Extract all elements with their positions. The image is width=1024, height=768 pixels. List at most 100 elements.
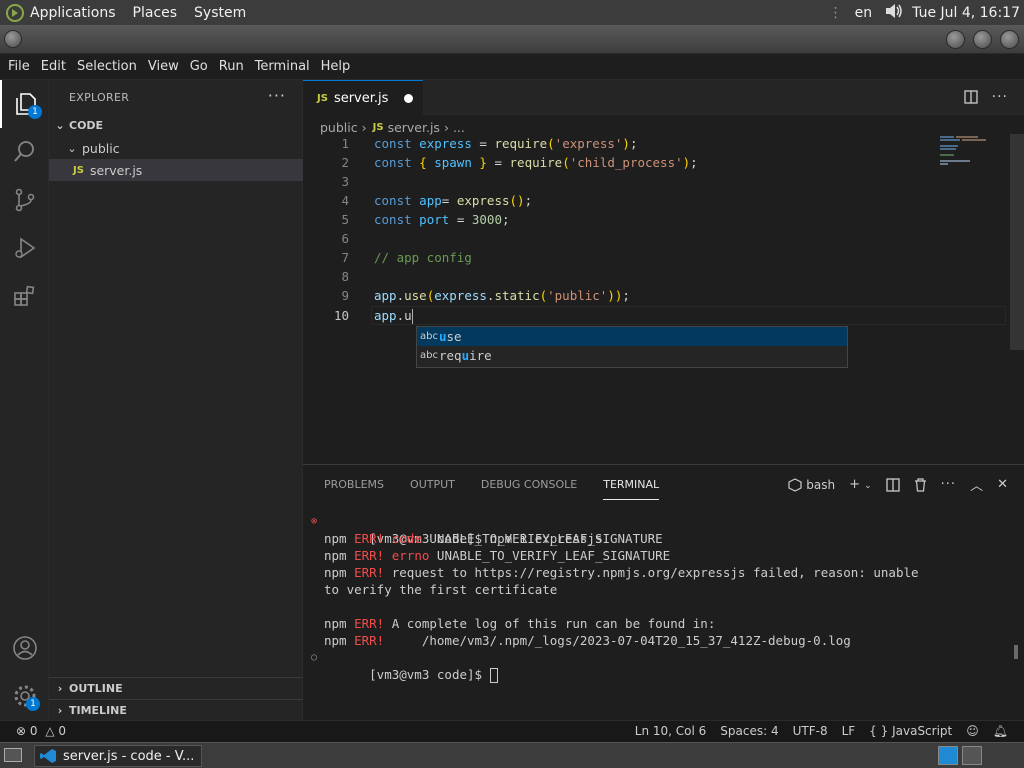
app-menubar: File Edit Selection View Go Run Terminal… — [0, 54, 1024, 80]
close-window-button[interactable] — [1000, 30, 1019, 49]
folder-public[interactable]: ⌄ public — [49, 137, 303, 159]
applications-menu[interactable]: Applications — [30, 5, 116, 21]
line-number: 3 — [341, 174, 349, 189]
system-top-bar: Applications Places System ⋮ en Tue Jul … — [0, 0, 1024, 25]
folder-public-label: public — [82, 140, 120, 156]
terminal-shell-selector[interactable]: bash — [788, 478, 835, 492]
tab-problems[interactable]: PROBLEMS — [324, 478, 384, 491]
breadcrumb-chevron-icon: › — [361, 119, 367, 135]
menu-selection[interactable]: Selection — [77, 59, 137, 74]
problems-indicator[interactable]: ⊗ 0 △ 0 — [16, 724, 66, 738]
taskbar-window-vscode[interactable]: server.js - code - V... — [34, 745, 202, 767]
folder-root-code[interactable]: ⌄ CODE — [49, 114, 303, 136]
maximize-button[interactable] — [973, 30, 992, 49]
warning-icon: △ — [45, 724, 55, 738]
panel-actions: bash + ⌄ ··· ︿ ✕ — [788, 475, 1008, 494]
terminal-cursor — [489, 668, 498, 683]
places-menu[interactable]: Places — [133, 5, 178, 21]
menu-go[interactable]: Go — [190, 59, 208, 74]
run-debug-activity[interactable] — [0, 224, 49, 272]
minimize-button[interactable] — [946, 30, 965, 49]
breadcrumb-file[interactable]: server.js — [388, 120, 440, 135]
menu-terminal[interactable]: Terminal — [255, 59, 310, 74]
warning-count: 0 — [58, 724, 67, 738]
menu-view[interactable]: View — [148, 59, 179, 74]
breadcrumb-more[interactable]: ... — [453, 120, 465, 135]
line-ending[interactable]: LF — [842, 724, 856, 738]
workspace-switcher[interactable] — [938, 746, 958, 765]
error-circle-icon: ⊗ — [311, 516, 318, 527]
terminal-icon — [788, 477, 802, 492]
menu-edit[interactable]: Edit — [41, 59, 66, 74]
cursor-position[interactable]: Ln 10, Col 6 — [635, 724, 707, 738]
taskbar-window-label: server.js - code - V... — [63, 748, 195, 764]
accounts-activity[interactable] — [0, 624, 49, 672]
tab-server-js[interactable]: JS server.js — [303, 80, 423, 115]
system-menu: Applications Places System — [0, 0, 263, 25]
code-line: 2 const { spawn } = require('child_proce… — [303, 153, 1008, 172]
bell-icon[interactable]: 🔔︎ — [993, 724, 1008, 738]
run-debug-icon — [14, 237, 35, 259]
volume-icon[interactable] — [884, 2, 904, 24]
tab-terminal[interactable]: TERMINAL — [603, 478, 659, 500]
search-icon — [13, 141, 34, 162]
unsaved-dot-icon[interactable] — [404, 94, 413, 103]
show-desktop-icon[interactable] — [4, 748, 22, 762]
tray-separator-icon: ⋮ — [828, 4, 843, 21]
window-titlebar[interactable] — [0, 25, 1024, 54]
clock[interactable]: Tue Jul 4, 16:17 — [912, 5, 1020, 21]
line-number: 7 — [341, 250, 349, 265]
timeline-section[interactable]: › TIMELINE — [49, 699, 303, 721]
more-actions-icon[interactable]: ··· — [992, 89, 1008, 105]
close-icon[interactable]: ✕ — [997, 477, 1008, 492]
explorer-more-button[interactable]: ··· — [268, 86, 286, 105]
terminal-line: npm ERR! A complete log of this run can … — [324, 616, 716, 631]
code-editor[interactable]: 1 const express = require('express'); 2 … — [303, 134, 1008, 464]
code-text: const port = 3000; — [374, 212, 510, 227]
trash-icon[interactable] — [914, 477, 927, 492]
file-server-js[interactable]: JS server.js — [49, 159, 303, 181]
suggestion-item[interactable]: abc require — [417, 346, 847, 365]
chevron-up-icon[interactable]: ︿ — [970, 475, 983, 494]
feedback-icon[interactable]: ☺ — [966, 724, 979, 738]
split-editor-icon[interactable] — [963, 90, 978, 104]
extensions-icon — [13, 285, 34, 306]
breadcrumb-folder[interactable]: public — [320, 120, 358, 135]
explorer-activity[interactable]: 1 — [0, 80, 49, 128]
terminal-line: npm ERR! request to https://registry.npm… — [324, 565, 919, 580]
search-activity[interactable] — [0, 128, 49, 176]
window-menu-button[interactable] — [4, 30, 22, 48]
suggestion-label: use — [439, 329, 462, 344]
terminal-output[interactable]: ⊗ [vm3@vm3 code]$ npm i expressjs npm ERR… — [311, 513, 1011, 683]
more-actions-icon[interactable]: ··· — [941, 477, 956, 492]
status-right: Ln 10, Col 6 Spaces: 4 UTF-8 LF { } Java… — [635, 724, 1008, 738]
chevron-down-icon: ⌄ — [55, 118, 65, 132]
code-text: const app= express(); — [374, 193, 533, 208]
tab-output[interactable]: OUTPUT — [410, 478, 455, 491]
source-control-activity[interactable] — [0, 176, 49, 224]
manage-activity[interactable]: 1 — [0, 672, 49, 720]
menu-file[interactable]: File — [8, 59, 30, 74]
menu-help[interactable]: Help — [321, 59, 351, 74]
gnome-logo-icon[interactable] — [6, 3, 24, 22]
workspace-switcher-2[interactable] — [962, 746, 982, 765]
minimap[interactable] — [938, 134, 1008, 174]
code-comment: // app config — [374, 250, 472, 265]
new-terminal-icon[interactable]: + ⌄ — [849, 477, 872, 492]
menu-run[interactable]: Run — [219, 59, 244, 74]
editor-scrollbar[interactable] — [1010, 134, 1024, 350]
tab-debug-console[interactable]: DEBUG CONSOLE — [481, 478, 577, 491]
line-number: 5 — [341, 212, 349, 227]
terminal-scrollbar[interactable] — [1014, 645, 1018, 659]
system-menu-item[interactable]: System — [194, 5, 246, 21]
extensions-activity[interactable] — [0, 272, 49, 320]
outline-section[interactable]: › OUTLINE — [49, 677, 303, 699]
suggestion-item[interactable]: abc use — [417, 327, 847, 346]
encoding[interactable]: UTF-8 — [793, 724, 828, 738]
indentation[interactable]: Spaces: 4 — [720, 724, 778, 738]
split-terminal-icon[interactable] — [886, 477, 900, 492]
breadcrumb-chevron-icon: › — [443, 119, 449, 135]
language-mode[interactable]: { } JavaScript — [869, 724, 952, 738]
keyboard-language[interactable]: en — [855, 5, 873, 21]
shell-name: bash — [806, 477, 836, 492]
